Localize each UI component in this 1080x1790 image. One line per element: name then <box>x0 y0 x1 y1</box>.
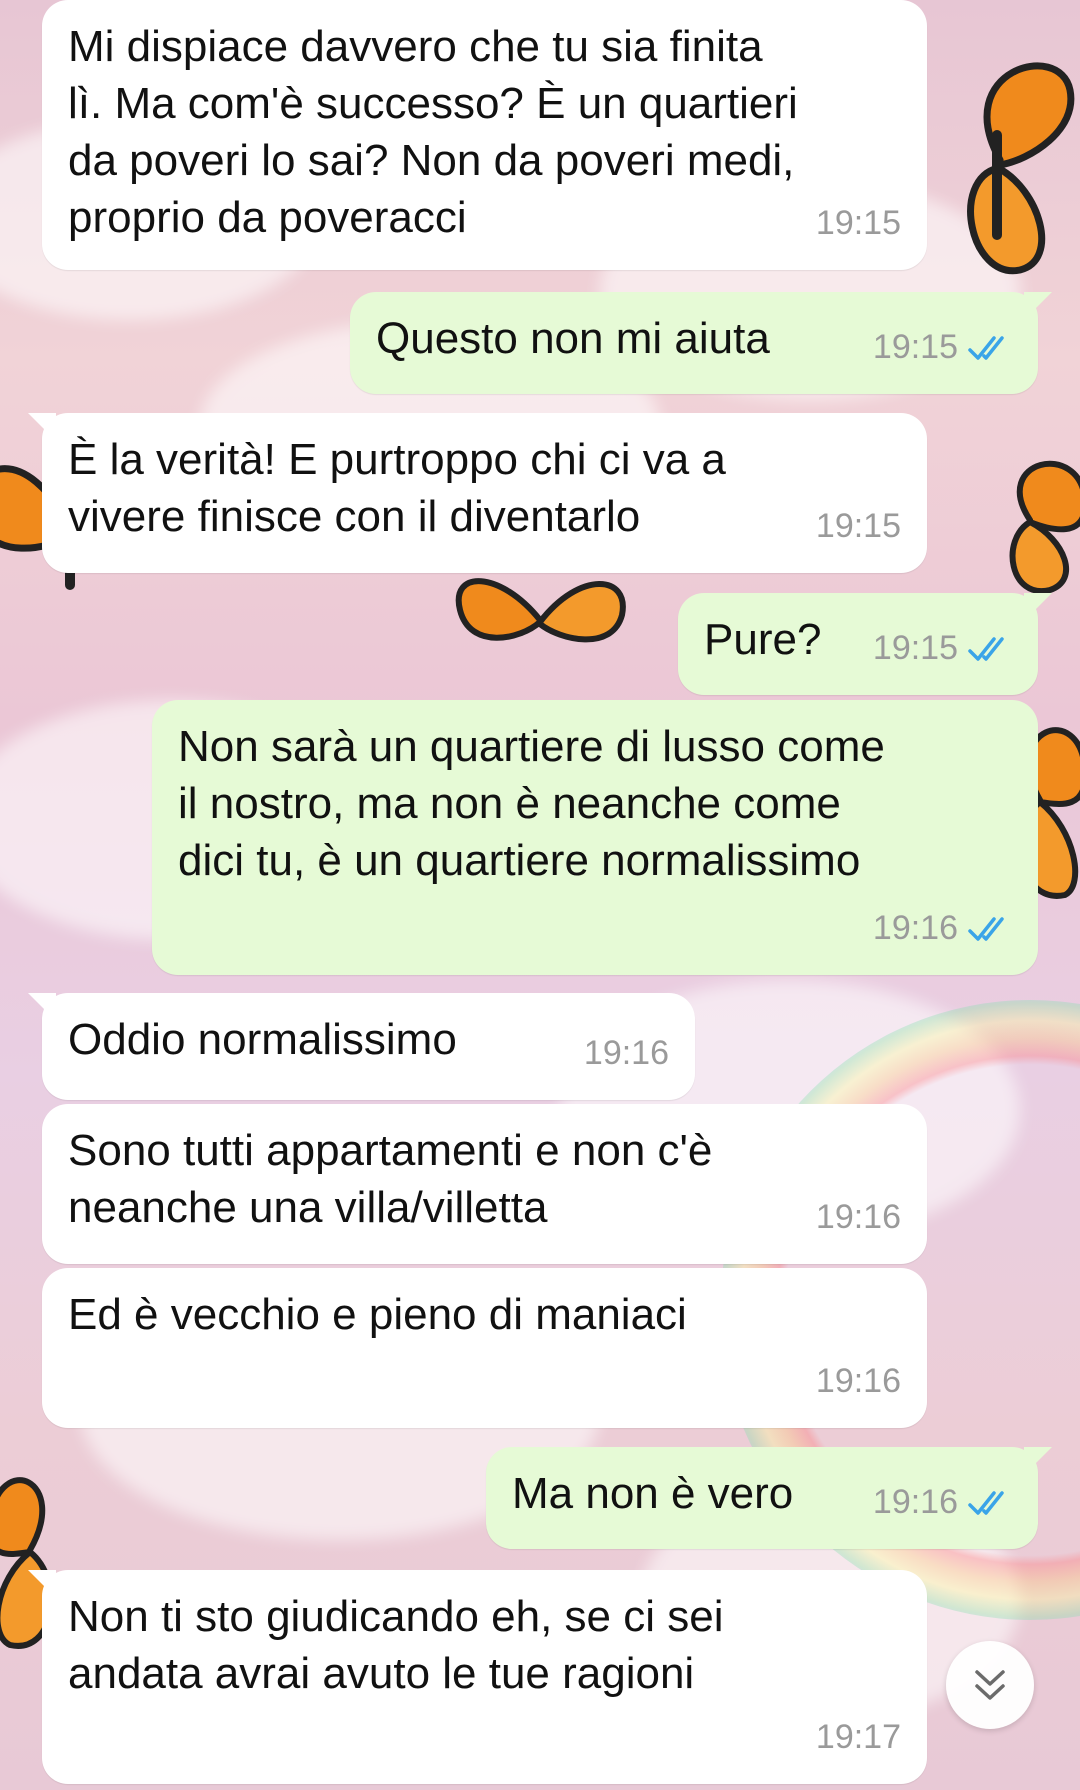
message-time: 19:17 <box>815 1718 901 1756</box>
message-text: Sono tutti appartamenti e non c'è neanch… <box>68 1126 713 1232</box>
message-bubble[interactable]: Ed è vecchio e pieno di maniaci 19:16 <box>42 1268 927 1428</box>
bubble-tail <box>28 413 56 441</box>
bubble-tail <box>1024 593 1052 621</box>
message-meta: 19:16 <box>584 1025 669 1082</box>
double-check-icon <box>968 334 1012 362</box>
message-bubble[interactable]: Ma non è vero 19:16 <box>486 1447 1052 1549</box>
message-meta: 19:16 <box>816 1353 901 1410</box>
message-time: 19:16 <box>815 1362 901 1400</box>
message-time: 19:16 <box>583 1034 669 1072</box>
bubble-tail <box>1024 1447 1052 1475</box>
message-time: 19:15 <box>815 507 901 545</box>
message-time: 19:16 <box>872 909 958 947</box>
message-meta: 19:16 <box>816 1189 901 1246</box>
message-time: 19:16 <box>872 1483 958 1521</box>
message-text: Ed è vecchio e pieno di maniaci <box>68 1290 687 1339</box>
message-text: Mi dispiace davvero che tu sia finita lì… <box>68 22 798 242</box>
scroll-to-bottom-button[interactable] <box>946 1641 1034 1729</box>
message-text: Non sarà un quartiere di lusso come il n… <box>178 722 885 885</box>
message-list[interactable]: Mi dispiace davvero che tu sia finita lì… <box>0 0 1080 1790</box>
message-time: 19:16 <box>815 1198 901 1236</box>
double-check-icon <box>968 1489 1012 1517</box>
message-bubble[interactable]: Sono tutti appartamenti e non c'è neanch… <box>42 1104 927 1264</box>
bubble-tail <box>1024 292 1052 320</box>
message-meta: 19:17 <box>816 1709 901 1766</box>
bubble-tail <box>28 993 56 1021</box>
bubble-tail <box>28 1570 56 1598</box>
message-time: 19:15 <box>815 204 901 242</box>
message-bubble[interactable]: Oddio normalissimo 19:16 <box>28 993 695 1100</box>
message-time: 19:15 <box>872 629 958 667</box>
chevron-double-down-icon <box>975 1670 1005 1700</box>
message-bubble[interactable]: Non ti sto giudicando eh, se ci sei anda… <box>28 1570 927 1784</box>
message-meta: 19:16 <box>873 900 1012 957</box>
message-meta: 19:15 <box>816 195 901 252</box>
message-bubble[interactable]: Pure? 19:15 <box>678 593 1052 695</box>
message-meta: 19:15 <box>873 319 1012 376</box>
double-check-icon <box>968 635 1012 663</box>
message-bubble[interactable]: Mi dispiace davvero che tu sia finita lì… <box>42 0 927 270</box>
message-time: 19:15 <box>872 328 958 366</box>
message-bubble[interactable]: Questo non mi aiuta 19:15 <box>350 292 1052 394</box>
message-text: È la verità! E purtroppo chi ci va a viv… <box>68 435 726 541</box>
message-bubble[interactable]: Non sarà un quartiere di lusso come il n… <box>152 700 1038 975</box>
message-meta: 19:15 <box>873 620 1012 677</box>
message-bubble[interactable]: È la verità! E purtroppo chi ci va a viv… <box>28 413 927 573</box>
message-meta: 19:16 <box>873 1474 1012 1531</box>
double-check-icon <box>968 915 1012 943</box>
message-text: Oddio normalissimo <box>68 1015 457 1064</box>
message-text: Non ti sto giudicando eh, se ci sei anda… <box>68 1592 724 1698</box>
message-meta: 19:15 <box>816 498 901 555</box>
